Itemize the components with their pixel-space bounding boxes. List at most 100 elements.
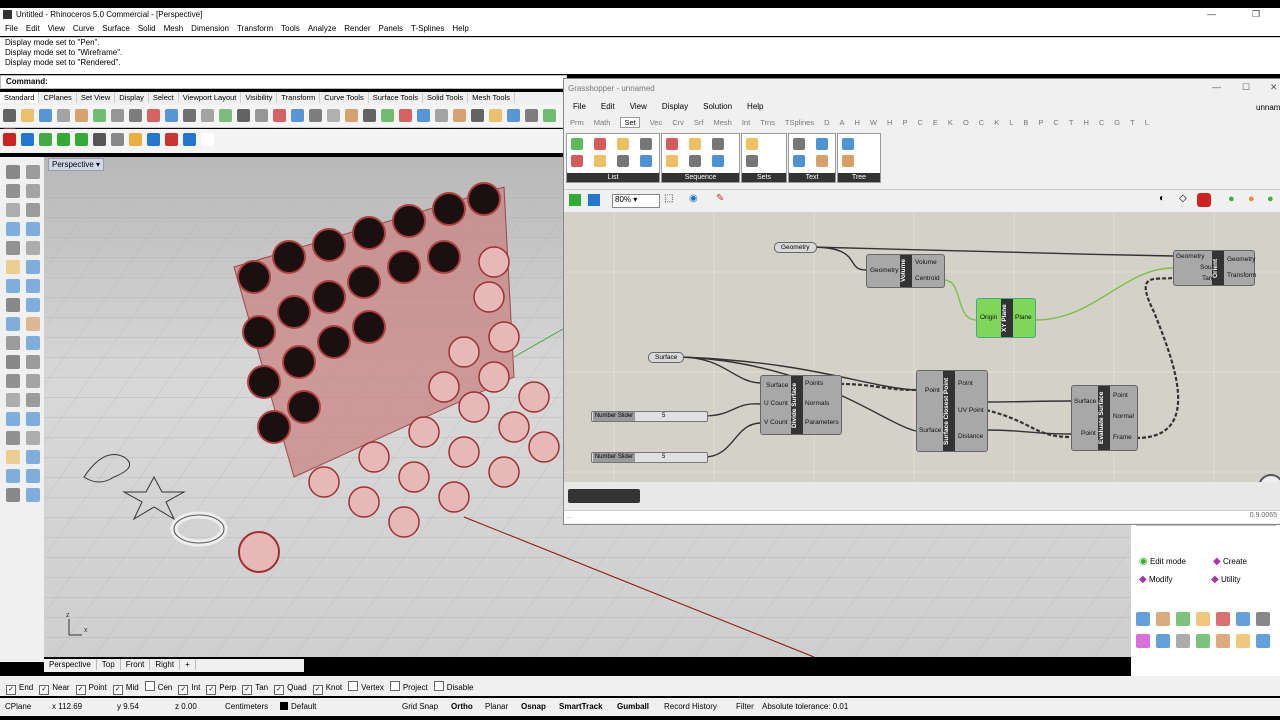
tool-icon[interactable] [417, 109, 430, 122]
gh-tab[interactable]: O [963, 118, 969, 127]
tool-icon[interactable] [21, 133, 34, 146]
gh-tab[interactable]: Mesh [713, 118, 731, 127]
component-icon[interactable] [617, 155, 629, 167]
left-tool-icon[interactable] [6, 203, 20, 217]
gh-menu-item[interactable]: View [630, 102, 647, 111]
component-icon[interactable] [712, 138, 724, 150]
parameters-output[interactable]: Parameters [805, 419, 839, 426]
left-tool-icon[interactable] [26, 450, 40, 464]
left-tool-icon[interactable] [6, 393, 20, 407]
minimize-icon[interactable]: — [1212, 82, 1221, 92]
tool-icon[interactable] [93, 133, 106, 146]
zoom-select[interactable]: 80% ▾ [612, 194, 660, 208]
osnap-cen[interactable]: Cen [144, 681, 172, 692]
maximize-icon[interactable]: ❐ [1252, 9, 1260, 20]
xy-plane-component[interactable]: Origin XY Plane Plane [976, 298, 1036, 338]
tool-icon[interactable] [273, 109, 286, 122]
component-icon[interactable] [594, 155, 606, 167]
gh-tab[interactable]: W [870, 118, 877, 127]
toolbar-tab[interactable]: Display [115, 92, 149, 103]
tool-icon[interactable] [147, 109, 160, 122]
panel-tool-icon[interactable] [1156, 634, 1170, 648]
toolbar-tab[interactable]: Set View [77, 92, 116, 103]
surface-input[interactable]: Surface [1074, 398, 1096, 405]
viewport-tab[interactable]: Front [121, 659, 151, 670]
panel-tool-icon[interactable] [1236, 634, 1250, 648]
gh-tab[interactable]: Int [742, 118, 750, 127]
globe-icon[interactable]: ● [1267, 193, 1274, 205]
menu-item-file[interactable]: File [5, 24, 18, 33]
osnap-perp[interactable]: ✓ Perp [206, 683, 236, 695]
checkbox[interactable]: ✓ [6, 685, 16, 695]
component-icon[interactable] [816, 138, 828, 150]
transform-output[interactable]: Transform [1227, 272, 1256, 279]
left-tool-icon[interactable] [26, 241, 40, 255]
gh-tab[interactable]: A [840, 118, 845, 127]
point-output[interactable]: Point [958, 380, 973, 387]
osnap-near[interactable]: ✓ Near [39, 683, 70, 695]
left-tool-icon[interactable] [26, 355, 40, 369]
tool-icon[interactable] [39, 133, 52, 146]
wireframe-preview-icon[interactable]: ◇ [1179, 193, 1187, 204]
gh-tab[interactable]: Crv [672, 118, 684, 127]
tool-icon[interactable] [345, 109, 358, 122]
gh-menu-item[interactable]: File [573, 102, 586, 111]
modify-button[interactable]: ◆ Modify [1139, 574, 1173, 585]
component-icon[interactable] [666, 155, 678, 167]
menu-item-panels[interactable]: Panels [379, 24, 403, 33]
command-line[interactable]: Command: [0, 75, 567, 89]
osnap-point[interactable]: ✓ Point [75, 683, 107, 695]
gh-menu-item[interactable]: Help [747, 102, 763, 111]
evaluate-surface-component[interactable]: Surface Point Evaluate Surface Point Nor… [1071, 385, 1138, 451]
toolbar-tab[interactable]: Transform [277, 92, 321, 103]
left-tool-icon[interactable] [26, 469, 40, 483]
panel-tool-icon[interactable] [1156, 612, 1170, 626]
grasshopper-canvas[interactable]: Geometry Surface Geometry Volume Volume … [564, 212, 1280, 482]
tool-icon[interactable] [111, 109, 124, 122]
component-icon[interactable] [640, 138, 652, 150]
gh-tab[interactable]: Math [594, 118, 611, 127]
tool-icon[interactable] [21, 109, 34, 122]
tool-icon[interactable] [489, 109, 502, 122]
surface-param[interactable]: Surface [648, 352, 685, 363]
menu-item-tools[interactable]: Tools [281, 24, 300, 33]
left-tool-icon[interactable] [6, 260, 20, 274]
point-input[interactable]: Point [1081, 430, 1096, 437]
left-tool-icon[interactable] [6, 412, 20, 426]
tool-icon[interactable] [93, 109, 106, 122]
point-output[interactable]: Point [1113, 392, 1128, 399]
tool-icon[interactable] [453, 109, 466, 122]
ortho-toggle[interactable]: Ortho [451, 702, 473, 711]
osnap-mid[interactable]: ✓ Mid [112, 683, 139, 695]
tool-icon[interactable] [309, 109, 322, 122]
osnap-disable[interactable]: Disable [433, 681, 473, 692]
gh-tab[interactable]: B [1023, 118, 1028, 127]
gumball-toggle[interactable]: Gumball [617, 702, 649, 711]
tool-icon[interactable] [111, 133, 124, 146]
geometry-input[interactable]: Geometry [1176, 253, 1205, 260]
left-tool-icon[interactable] [26, 165, 40, 179]
toolbar-tab[interactable]: Standard [0, 92, 40, 103]
checkbox[interactable]: ✓ [75, 685, 86, 695]
divide-surface-component[interactable]: Surface U Count V Count Divide Surface P… [760, 375, 842, 435]
gh-tab[interactable]: Srf [694, 118, 704, 127]
tool-icon[interactable] [435, 109, 448, 122]
preview-mode-icon[interactable]: ◐ [1159, 193, 1165, 204]
tool-icon[interactable] [291, 109, 304, 122]
checkbox[interactable]: ✓ [39, 685, 50, 695]
gh-tab[interactable]: T [1069, 118, 1074, 127]
gh-tab[interactable]: P [902, 118, 907, 127]
left-tool-icon[interactable] [6, 279, 20, 293]
left-tool-icon[interactable] [6, 374, 20, 388]
component-icon[interactable] [793, 155, 805, 167]
tool-icon[interactable] [147, 133, 160, 146]
maximize-icon[interactable]: ☐ [1242, 82, 1250, 93]
gh-tab[interactable]: E [933, 118, 938, 127]
component-icon[interactable] [594, 138, 606, 150]
gh-tab[interactable]: L [1145, 118, 1149, 127]
component-icon[interactable] [617, 138, 629, 150]
left-tool-icon[interactable] [26, 412, 40, 426]
gh-tab[interactable]: D [824, 118, 829, 127]
menu-item-surface[interactable]: Surface [102, 24, 130, 33]
component-icon[interactable] [571, 155, 583, 167]
